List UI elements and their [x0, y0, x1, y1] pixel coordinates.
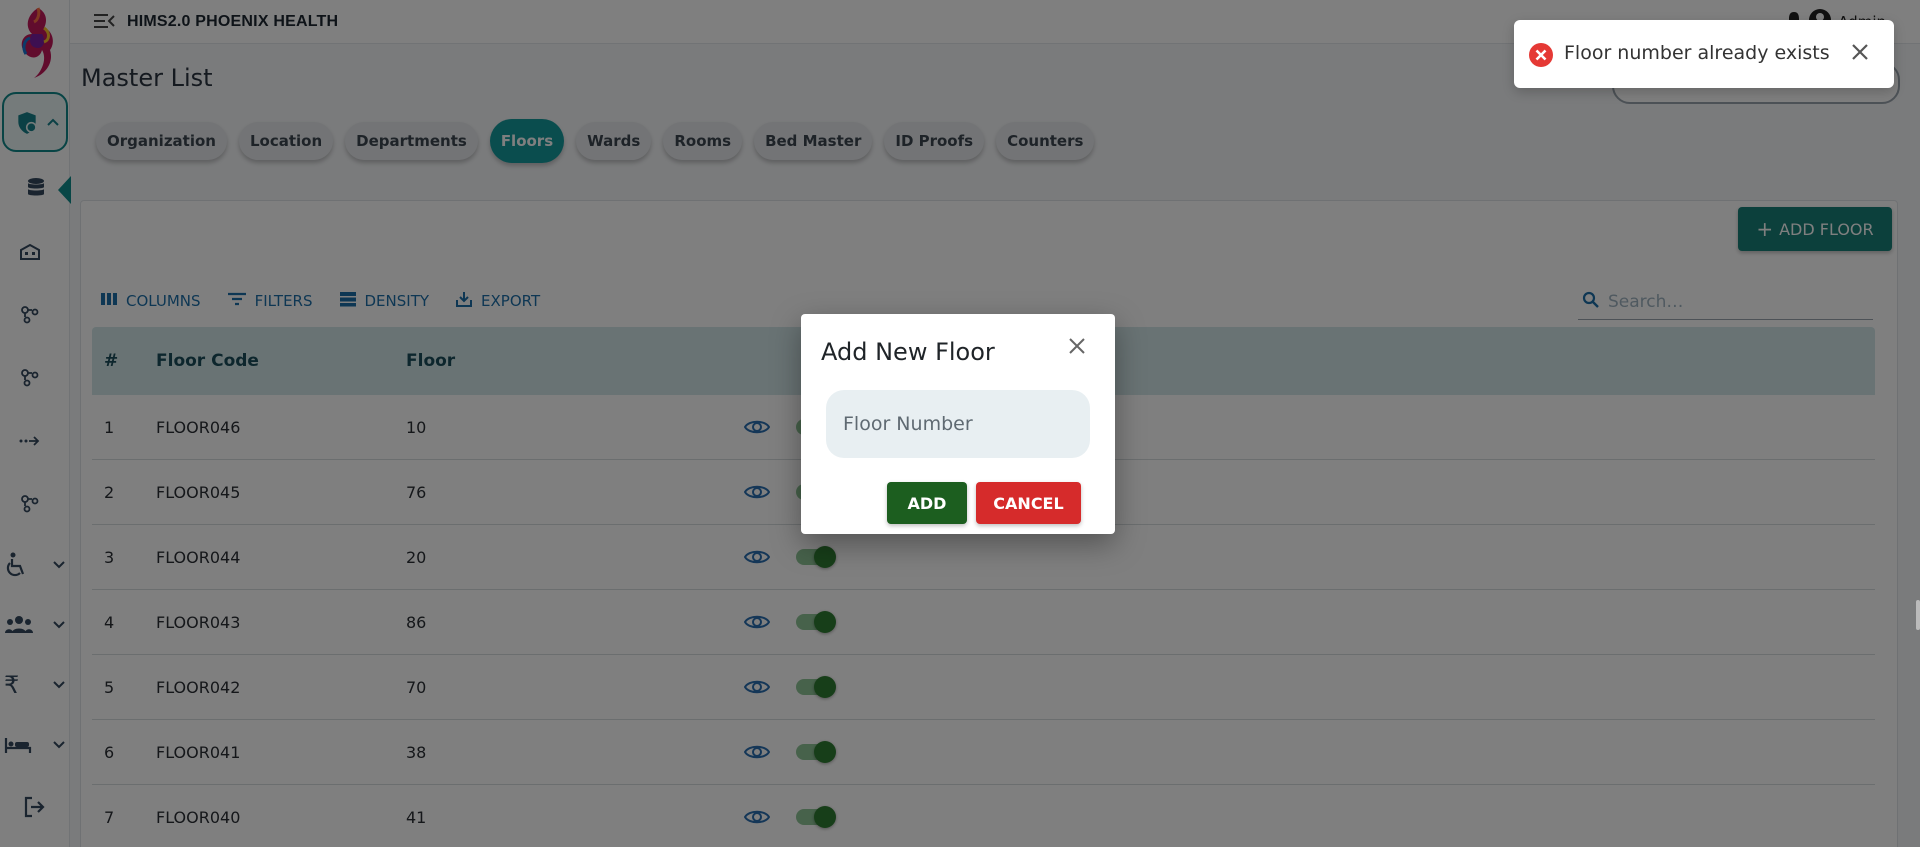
error-icon	[1528, 42, 1554, 72]
add-floor-dialog: Add New Floor ADD CANCEL	[801, 314, 1115, 534]
floor-number-input[interactable]	[843, 413, 1073, 435]
close-icon[interactable]	[1850, 42, 1870, 66]
close-icon[interactable]	[1067, 336, 1087, 360]
dialog-title: Add New Floor	[821, 338, 995, 366]
cancel-button[interactable]: CANCEL	[976, 482, 1081, 524]
error-toast: Floor number already exists	[1514, 20, 1894, 88]
page-scrollbar[interactable]	[1916, 600, 1920, 630]
toast-message: Floor number already exists	[1564, 42, 1830, 64]
floor-number-field[interactable]	[826, 390, 1090, 458]
add-button[interactable]: ADD	[887, 482, 967, 524]
